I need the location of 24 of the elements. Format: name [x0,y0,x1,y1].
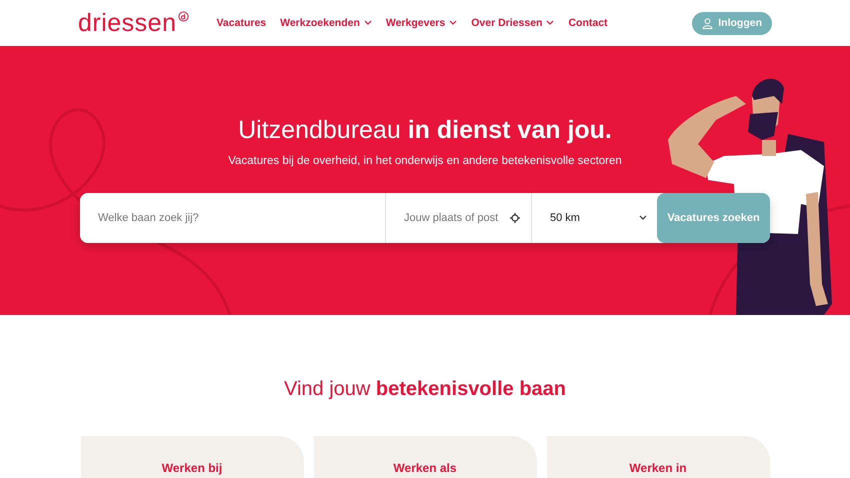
job-search-field[interactable]: Welke baan zoek jij? [80,193,386,243]
category-card[interactable]: Werken als [314,436,536,478]
nav-link[interactable]: Werkgevers [386,17,458,29]
hero-title: Uitzendbureau in dienst van jou. [238,116,612,145]
nav-link[interactable]: Contact [568,17,608,29]
search-bar[interactable]: Welke baan zoek jij? Jouw plaats of post 50 km Vacatures zoeken [80,193,770,243]
hero-subtitle: Vacatures bij de overheid, in het onderwijs en andere betekenisvolle sectoren [228,155,622,167]
logo-mark-icon [178,10,188,22]
card-title: Werken bij [162,461,222,477]
category-card[interactable]: Werken in [546,436,770,478]
nav-link[interactable]: Vacatures [216,17,266,29]
locate-icon [510,213,520,223]
radius-select[interactable]: 50 km [532,193,657,243]
card-title: Werken als [393,461,457,477]
card-title: Werken in [629,461,687,477]
chevron-icon [639,215,647,221]
search-button[interactable]: Vacatures zoeken [657,193,770,243]
category-card[interactable]: Werken bij [80,436,304,478]
login-button[interactable]: Inloggen [692,12,772,34]
user-icon [702,18,714,28]
nav-link[interactable]: Over Driessen [471,17,554,29]
logo[interactable]: driessen [78,10,176,36]
section-heading: Vind jouw betekenisvolle baan [284,378,566,401]
nav-link[interactable]: Werkzoekenden [280,17,372,29]
